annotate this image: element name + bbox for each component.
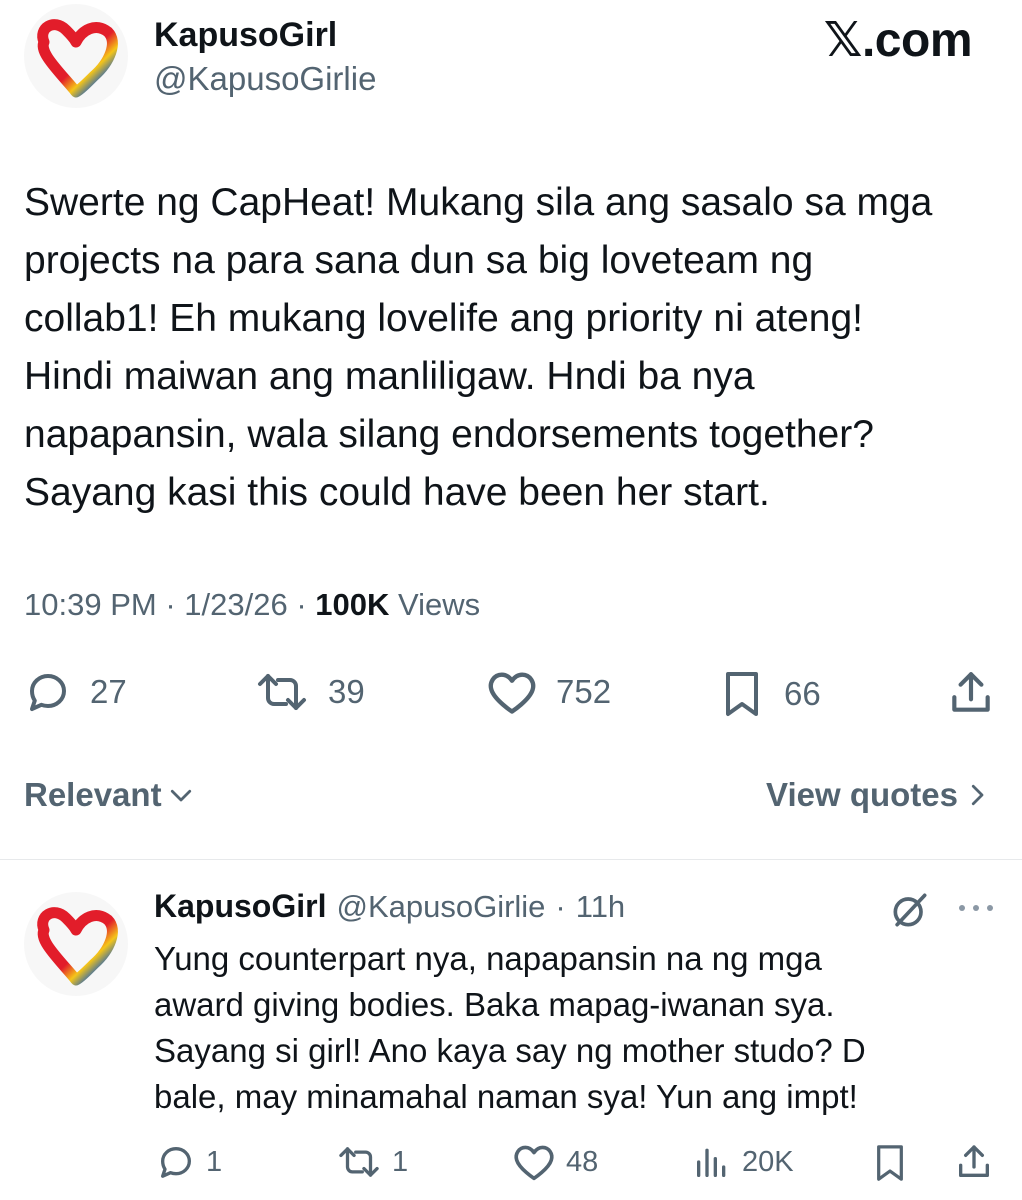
meta-separator: ·: [165, 587, 176, 622]
x-brand-logo: 𝕏.com: [823, 14, 973, 67]
chevron-right-icon: [971, 784, 984, 806]
reply-repost-count: 1: [392, 1145, 409, 1178]
reply-like-button[interactable]: 48: [512, 1142, 598, 1182]
view-quotes-link[interactable]: View quotes: [766, 776, 992, 814]
like-icon: [514, 1145, 554, 1181]
repost-icon: [258, 674, 306, 710]
author-name[interactable]: KapusoGirl: [154, 16, 337, 55]
meta-separator: ·: [296, 587, 307, 622]
avatar[interactable]: [24, 4, 128, 108]
bookmark-button[interactable]: 66: [718, 668, 821, 720]
reply-icon: [30, 674, 66, 711]
reply-count: 27: [90, 673, 127, 710]
reply-like-count: 48: [566, 1145, 599, 1178]
reply-button[interactable]: 27: [24, 668, 127, 716]
heart-logo-icon: [37, 907, 118, 986]
tweet-meta: 10:39 PM · 1/23/26 · 100K Views: [24, 587, 480, 623]
share-icon: [952, 672, 990, 712]
share-button[interactable]: [946, 668, 996, 723]
views-label: Views: [398, 587, 481, 622]
bookmark-icon: [877, 1145, 903, 1181]
like-button[interactable]: 752: [486, 668, 611, 716]
reply-icon: [161, 1147, 191, 1178]
reply-views-count: 20K: [742, 1145, 794, 1178]
tweet-text: Swerte ng CapHeat! Mukang sila ang sasal…: [24, 181, 933, 514]
views-icon: [697, 1148, 726, 1177]
bookmark-count: 66: [784, 675, 821, 712]
like-icon: [488, 672, 536, 714]
repost-button[interactable]: 39: [254, 668, 365, 716]
sort-dropdown[interactable]: Relevant: [24, 776, 196, 814]
reply-time[interactable]: 11h: [576, 889, 625, 925]
reply-repost-button[interactable]: 1: [336, 1142, 408, 1182]
heart-logo-icon: [37, 19, 118, 98]
tweet-time[interactable]: 10:39 PM: [24, 587, 157, 622]
reply-reply-count: 1: [206, 1145, 223, 1178]
reply-separator: ·: [555, 889, 566, 924]
divider: [0, 859, 1022, 860]
reply-author-handle[interactable]: @KapusoGirlie: [336, 889, 545, 925]
bookmark-icon: [726, 672, 758, 716]
chevron-down-icon: [170, 789, 191, 802]
reply-author-name[interactable]: KapusoGirl: [154, 888, 326, 925]
view-quotes-label: View quotes: [766, 776, 958, 813]
reply-avatar[interactable]: [24, 892, 128, 996]
grok-icon: [893, 893, 927, 927]
repost-icon: [339, 1147, 379, 1177]
grok-button[interactable]: [888, 888, 932, 937]
reply-header: KapusoGirl @KapusoGirlie · 11h: [154, 888, 625, 925]
more-button[interactable]: [956, 896, 996, 925]
more-icon: [959, 905, 993, 911]
reply-text: Yung counterpart nya, napapansin na ng m…: [154, 940, 866, 1115]
reply-views-button[interactable]: 20K: [692, 1142, 794, 1182]
share-icon: [959, 1145, 989, 1177]
sort-label: Relevant: [24, 776, 162, 813]
reply-bookmark-button[interactable]: [870, 1142, 910, 1189]
like-count: 752: [556, 673, 612, 710]
repost-count: 39: [328, 673, 365, 710]
views-count: 100K: [315, 587, 390, 622]
reply-share-button[interactable]: [954, 1142, 994, 1187]
tweet-date[interactable]: 1/23/26: [184, 587, 287, 622]
reply-reply-button[interactable]: 1: [156, 1142, 222, 1182]
author-handle[interactable]: @KapusoGirlie: [154, 60, 376, 98]
